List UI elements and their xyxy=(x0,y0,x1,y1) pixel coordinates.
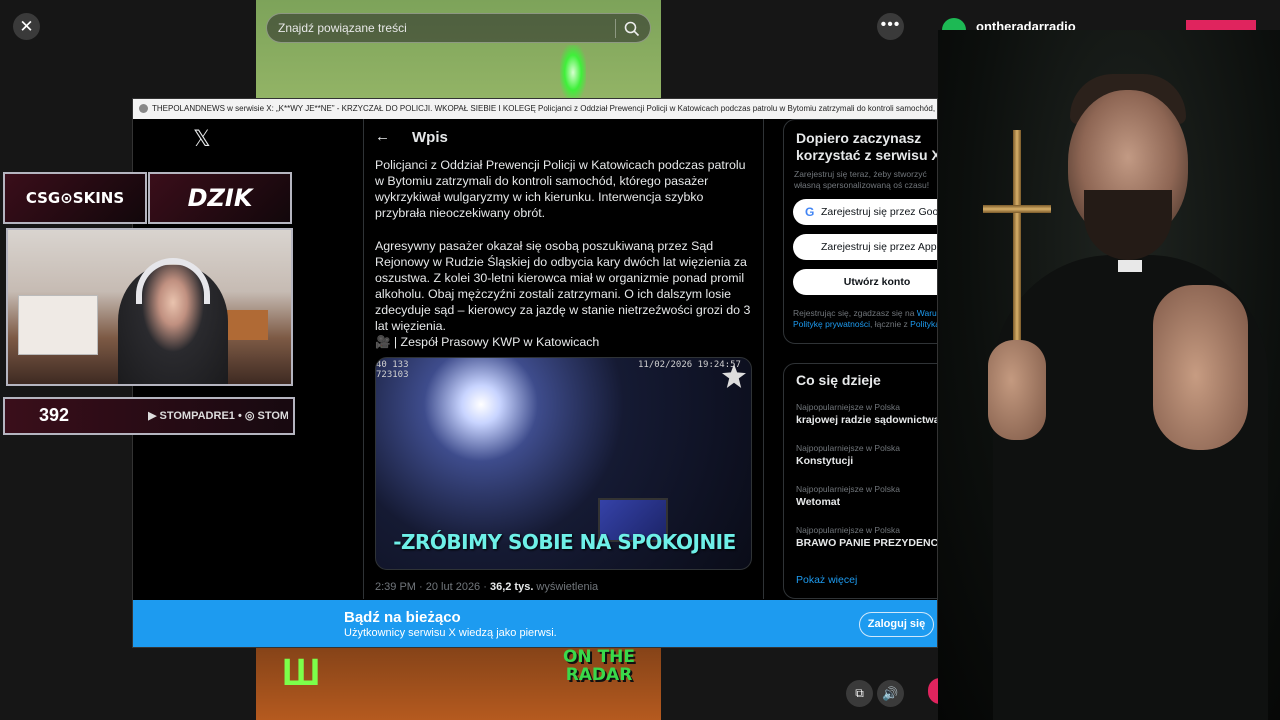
back-arrow-icon[interactable]: ← xyxy=(375,128,390,145)
trend-category: Najpopularniejsze w Polska xyxy=(796,443,900,453)
signup-title: Dopiero zaczynasz korzystać z serwisu X? xyxy=(796,130,938,163)
search-input[interactable]: Znajdź powiązane treści xyxy=(278,21,407,35)
dzik-logo: DZIK xyxy=(148,172,292,224)
csgoskins-logo: CSG⊙SKINS xyxy=(3,172,147,224)
trend-category: Najpopularniejsze w Polska xyxy=(796,525,900,535)
trend-name: Wetomat xyxy=(796,496,841,508)
terms-mid: , łącznie z xyxy=(870,319,911,329)
apple-signup-button[interactable]: Zarejestruj się przez Apple xyxy=(793,234,938,260)
video-timestamp: 11/02/2026 19:24:57 xyxy=(638,360,741,370)
trend-item[interactable]: Najpopularniejsze w Polska Wetomat xyxy=(796,484,937,508)
post-column: ← Wpis Policjanci z Oddział Prewencji Po… xyxy=(364,119,764,599)
post-views-label: wyświetlenia xyxy=(533,581,599,593)
window-title-bar: THEPOLANDNEWS w serwisie X: „K**WY JE**N… xyxy=(133,99,938,119)
on-the-radar-logo: ON THE RADAR xyxy=(562,647,636,685)
video-osd-line-1: 40 133 xyxy=(376,360,409,370)
trend-name: BRAWO PANIE PREZYDENCIE xyxy=(796,537,938,549)
post-video[interactable]: 40 133 723103 11/02/2026 19:24:57 -ZRÓBI… xyxy=(375,357,752,570)
window-title: THEPOLANDNEWS w serwisie X: „K**WY JE**N… xyxy=(152,104,938,113)
more-options-button[interactable]: ••• xyxy=(877,13,904,40)
google-signup-label: Zarejestruj się przez Google xyxy=(821,206,938,218)
artwork-open-hand xyxy=(1153,285,1248,450)
search-divider xyxy=(615,19,616,38)
viewer-count: 392 xyxy=(39,405,70,425)
banner-title: Bądź na bieżąco xyxy=(344,609,461,626)
trend-name: krajowej radzie sądownictwa xyxy=(796,414,938,426)
post-meta: 2:39 PM · 20 lut 2026 · 36,2 tys. wyświe… xyxy=(375,581,598,593)
x-logo-icon[interactable]: 𝕏 xyxy=(193,127,211,152)
post-paragraph-1: Policjanci z Oddział Prewencji Policji w… xyxy=(375,158,746,220)
login-button[interactable]: Zaloguj się xyxy=(859,612,934,637)
trends-title: Co się dzieje xyxy=(796,372,881,388)
apple-signup-label: Zarejestruj się przez Apple xyxy=(821,241,938,253)
terms-prefix: Rejestrując się, zgadzasz się na xyxy=(793,308,917,318)
cam-shelf xyxy=(18,295,98,355)
trend-item[interactable]: Najpopularniejsze w Polska Konstytucji xyxy=(796,443,937,467)
show-more-link[interactable]: Pokaż więcej xyxy=(796,574,857,586)
video-subtitle: -ZRÓBIMY SOBIE NA SPOKOJNIE xyxy=(393,530,736,554)
trend-name: Konstytucji xyxy=(796,455,854,467)
close-button[interactable]: ✕ xyxy=(13,13,40,40)
trend-category: Najpopularniejsze w Polska xyxy=(796,484,900,494)
google-icon: G xyxy=(805,205,815,219)
trend-item[interactable]: Najpopularniejsze w Polska BRAWO PANIE P… xyxy=(796,525,938,549)
volume-icon[interactable]: 🔊 xyxy=(877,680,904,707)
priest-artwork xyxy=(938,30,1280,720)
video-osd-id: 40 133 723103 xyxy=(376,360,409,380)
cookies-link[interactable]: Polityką xyxy=(910,319,937,329)
crucifix-bar xyxy=(983,205,1051,213)
post-time[interactable]: 2:39 PM · 20 lut 2026 · xyxy=(375,581,490,593)
trend-item[interactable]: Najpopularniejsze w Polska krajowej radz… xyxy=(796,402,938,426)
post-paragraph-2: Agresywny pasażer okazał się osobą poszu… xyxy=(375,239,751,333)
clerical-collar xyxy=(1118,260,1142,272)
artwork-beard xyxy=(1084,190,1172,260)
site-favicon-icon xyxy=(139,104,148,114)
trends-card: Co się dzieje Najpopularniejsze w Polska… xyxy=(783,363,938,599)
video-green-light xyxy=(560,45,586,100)
picture-in-picture-icon[interactable]: ⧉ xyxy=(846,680,873,707)
terms-text: Rejestrując się, zgadzasz się na Warunki… xyxy=(793,308,937,330)
webcam-feed xyxy=(6,228,293,386)
crucifix-icon xyxy=(1013,130,1021,360)
google-signup-button[interactable]: G Zarejestruj się przez Google xyxy=(793,199,938,225)
create-account-button[interactable]: Utwórz konto xyxy=(793,269,937,295)
monster-logo: Ш xyxy=(282,652,321,694)
stats-bar: 392 ▶ STOMPADRE1 • ◎ STOMP xyxy=(3,397,295,435)
social-handles: ▶ STOMPADRE1 • ◎ STOMP xyxy=(148,410,288,422)
search-icon[interactable] xyxy=(623,20,641,38)
post-credit: 🎥 | Zespół Prasowy KWP w Katowicach xyxy=(375,335,600,349)
trend-category: Najpopularniejsze w Polska xyxy=(796,402,900,412)
banner-subtitle: Użytkownicy serwisu X wiedzą jako pierws… xyxy=(344,627,557,639)
video-osd-line-2: 723103 xyxy=(376,370,409,380)
post-view-count: 36,2 tys. xyxy=(489,581,534,593)
privacy-link[interactable]: Politykę prywatności xyxy=(793,319,870,329)
right-sidebar: Dopiero zaczynasz korzystać z serwisu X?… xyxy=(773,119,938,599)
headset xyxy=(136,258,210,304)
stream-overlay: CSG⊙SKINS DZIK 392 ▶ STOMPADRE1 • ◎ STOM… xyxy=(3,172,295,436)
terms-link[interactable]: Warunki xyxy=(917,308,937,318)
login-banner: Bądź na bieżąco Użytkownicy serwisu X wi… xyxy=(133,600,937,647)
signup-subtitle: Zarejestruj się teraz, żeby stworzyć wła… xyxy=(794,169,930,190)
page-title: Wpis xyxy=(412,129,448,146)
related-search-bar[interactable]: Znajdź powiązane treści xyxy=(266,13,651,43)
signup-card: Dopiero zaczynasz korzystać z serwisu X?… xyxy=(783,119,938,344)
artwork-fist xyxy=(988,340,1046,440)
